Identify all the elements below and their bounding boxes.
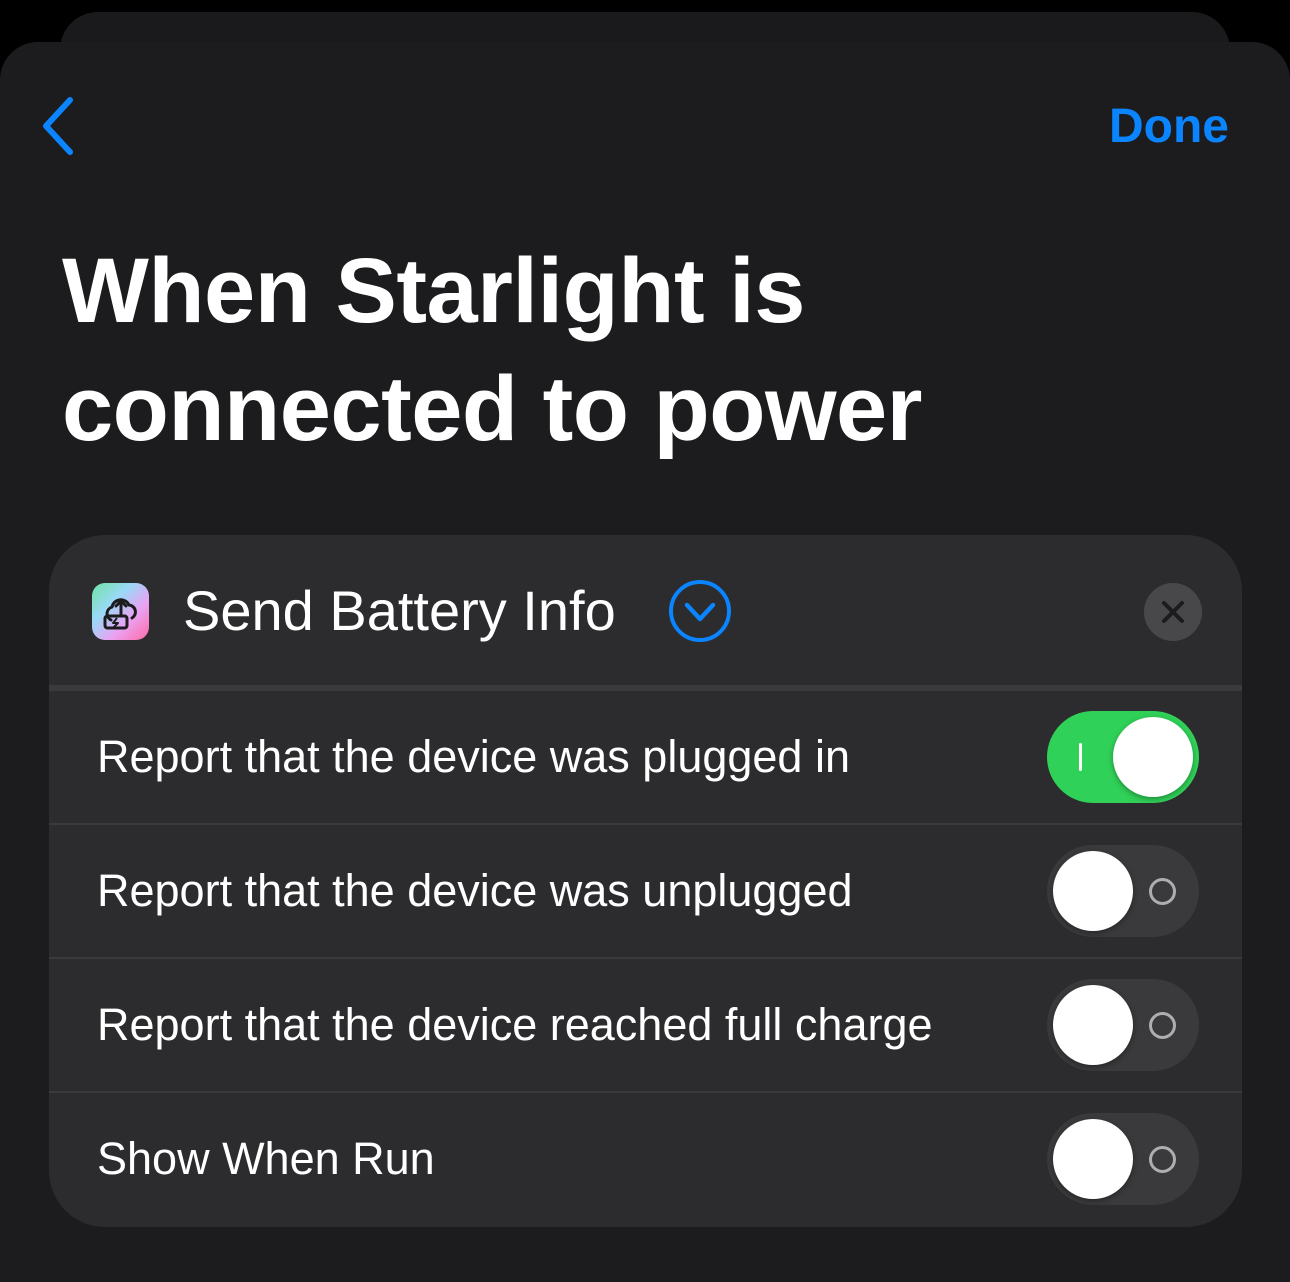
toggle-knob <box>1053 851 1133 931</box>
param-row-show-when-run: Show When Run <box>49 1093 1242 1225</box>
param-label: Report that the device was plugged in <box>97 731 850 782</box>
back-button[interactable] <box>34 94 82 158</box>
toggle-knob <box>1053 1119 1133 1199</box>
expand-button[interactable] <box>668 579 732 643</box>
close-icon <box>1162 601 1184 623</box>
action-header: Send Battery Info <box>49 535 1242 691</box>
chevron-left-icon <box>43 97 73 155</box>
done-button[interactable]: Done <box>1109 97 1229 157</box>
page-title: When Starlight is connected to power <box>62 240 922 460</box>
toggle-off-mark <box>1149 1146 1176 1173</box>
unplugged-toggle[interactable] <box>1047 845 1199 937</box>
toggle-knob <box>1113 717 1193 797</box>
toggle-off-mark <box>1149 878 1176 905</box>
show-when-run-toggle[interactable] <box>1047 1113 1199 1205</box>
chevron-down-circle-icon <box>669 580 731 642</box>
remove-action-button[interactable] <box>1144 583 1202 641</box>
full-charge-toggle[interactable] <box>1047 979 1199 1071</box>
toggle-off-mark <box>1149 1012 1176 1039</box>
param-row-full-charge: Report that the device reached full char… <box>49 959 1242 1093</box>
action-title: Send Battery Info <box>183 579 616 642</box>
battery-cloud-upload-icon <box>92 583 149 640</box>
param-label: Report that the device was unplugged <box>97 865 853 916</box>
plugged-in-toggle[interactable] <box>1047 711 1199 803</box>
param-label: Show When Run <box>97 1133 435 1184</box>
toggle-knob <box>1053 985 1133 1065</box>
param-row-unplugged: Report that the device was unplugged <box>49 825 1242 959</box>
param-label: Report that the device reached full char… <box>97 999 933 1050</box>
param-row-plugged-in: Report that the device was plugged in <box>49 691 1242 825</box>
toggle-on-mark <box>1079 743 1082 771</box>
action-card: Send Battery Info Report that the device… <box>49 535 1242 1227</box>
